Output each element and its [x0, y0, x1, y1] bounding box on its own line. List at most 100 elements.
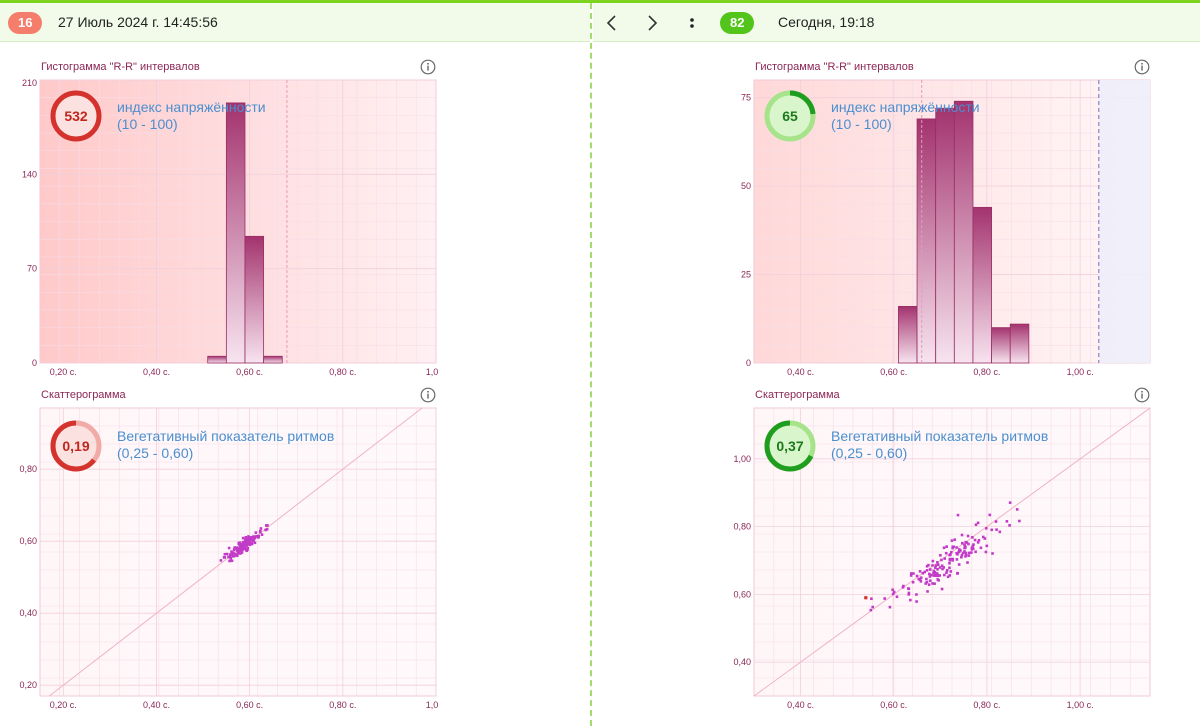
scatter-point [936, 563, 940, 566]
scatter-point [227, 546, 231, 550]
x-tick-label: 0,60 с. [880, 367, 907, 377]
scatter-point [945, 545, 948, 548]
scatter-point [870, 597, 873, 601]
scatter-point [963, 543, 966, 547]
scatter-point [254, 531, 258, 534]
outlier-point [864, 596, 868, 600]
scatter-point [869, 608, 873, 612]
scatter-point [964, 555, 967, 558]
scatter-point [915, 593, 918, 596]
gauge-label: индекс напряжённости [117, 99, 266, 115]
scatter-point [223, 552, 227, 556]
histogram-bar [244, 235, 265, 364]
histogram-bar [225, 102, 246, 364]
scatter-point [960, 554, 964, 557]
scatter-point [915, 574, 919, 578]
scatter-point [883, 597, 887, 600]
left-datetime: 27 Июль 2024 г. 14:45:56 [58, 14, 218, 30]
scatter-point [918, 570, 922, 573]
scatter-point [928, 579, 932, 583]
scatter-point [953, 538, 957, 541]
scatter-point [965, 541, 969, 544]
scatter-point [939, 554, 942, 557]
histogram-bar [898, 305, 918, 364]
y-tick-label: 75 [741, 93, 751, 103]
scatter-point [934, 564, 938, 567]
gauge-value: 0,19 [62, 438, 89, 454]
info-icon[interactable] [1134, 387, 1150, 403]
info-icon[interactable] [420, 59, 436, 75]
scatter-point [961, 541, 964, 545]
scatter-point [247, 537, 250, 541]
scatter-point [945, 569, 949, 572]
scatter-point [995, 528, 998, 531]
next-button[interactable] [639, 10, 665, 36]
x-tick-label: 1,0 [426, 700, 439, 710]
scatter-point [239, 542, 242, 546]
scatter-point [950, 539, 954, 542]
x-tick-label: 0,20 с. [50, 700, 77, 710]
scatter-point [926, 590, 929, 593]
scatter-point [940, 558, 943, 562]
scatter-point [966, 534, 970, 538]
scatter-point [244, 536, 248, 539]
scatter-point [911, 580, 915, 584]
y-tick-label: 0 [746, 358, 751, 368]
scatter-point [979, 546, 983, 550]
scatter-point [925, 569, 929, 572]
scatter-point [971, 536, 974, 539]
info-icon[interactable] [1134, 59, 1150, 75]
scatter-point [230, 559, 234, 563]
y-tick-label: 70 [27, 264, 37, 274]
gauge-range: (0,25 - 0,60) [831, 445, 908, 461]
scatter-point [936, 561, 939, 564]
x-tick-label: 0,20 с. [50, 367, 77, 377]
info-icon[interactable] [420, 387, 436, 403]
histogram-bar [991, 327, 1011, 364]
scatter-point [955, 558, 959, 561]
more-button[interactable] [679, 10, 705, 36]
x-tick-label: 0,60 с. [880, 700, 907, 710]
scatter-point [957, 550, 961, 554]
scatter-point [907, 593, 911, 596]
scatter-point [227, 555, 230, 559]
scatter-point [258, 529, 262, 533]
scatter-point [259, 527, 263, 530]
scatter-point [917, 577, 921, 581]
scatter-point [243, 544, 246, 548]
scatter-point [948, 553, 951, 557]
scatter-point [246, 542, 250, 546]
gauge-value: 65 [782, 108, 798, 124]
scatter-point [951, 559, 954, 562]
scatter-point [994, 520, 998, 523]
scatter-point [909, 598, 912, 602]
x-tick-label: 0,60 с. [236, 700, 263, 710]
x-tick-label: 0,40 с. [143, 700, 170, 710]
scatter-point [963, 546, 966, 550]
gauge-range: (10 - 100) [831, 116, 892, 132]
scatter-point [988, 513, 992, 517]
scatter-point [964, 551, 968, 555]
scatter-point [241, 536, 245, 540]
gauge-label: индекс напряжённости [831, 99, 980, 115]
y-tick-label: 0,40 [733, 657, 751, 667]
scatter-point [927, 572, 931, 576]
scatter-point [945, 571, 948, 574]
x-tick-label: 0,60 с. [236, 367, 263, 377]
x-tick-label: 1,0 [426, 367, 439, 377]
scatter-point [948, 574, 952, 577]
scatter-point [251, 538, 255, 541]
scatter-point [967, 554, 971, 557]
scatter-point [970, 551, 973, 554]
prev-button[interactable] [599, 10, 625, 36]
x-tick-label: 0,80 с. [973, 367, 1000, 377]
x-tick-label: 0,40 с. [143, 367, 170, 377]
scatter-point [974, 523, 978, 527]
scatter-point [948, 561, 951, 565]
scatter-point [247, 535, 250, 538]
right-datetime: Сегодня, 19:18 [778, 14, 875, 30]
scatter-point [938, 566, 942, 569]
y-tick-label: 0,40 [19, 608, 37, 618]
scatter-point [1015, 508, 1019, 511]
scatter-point [1008, 501, 1012, 504]
